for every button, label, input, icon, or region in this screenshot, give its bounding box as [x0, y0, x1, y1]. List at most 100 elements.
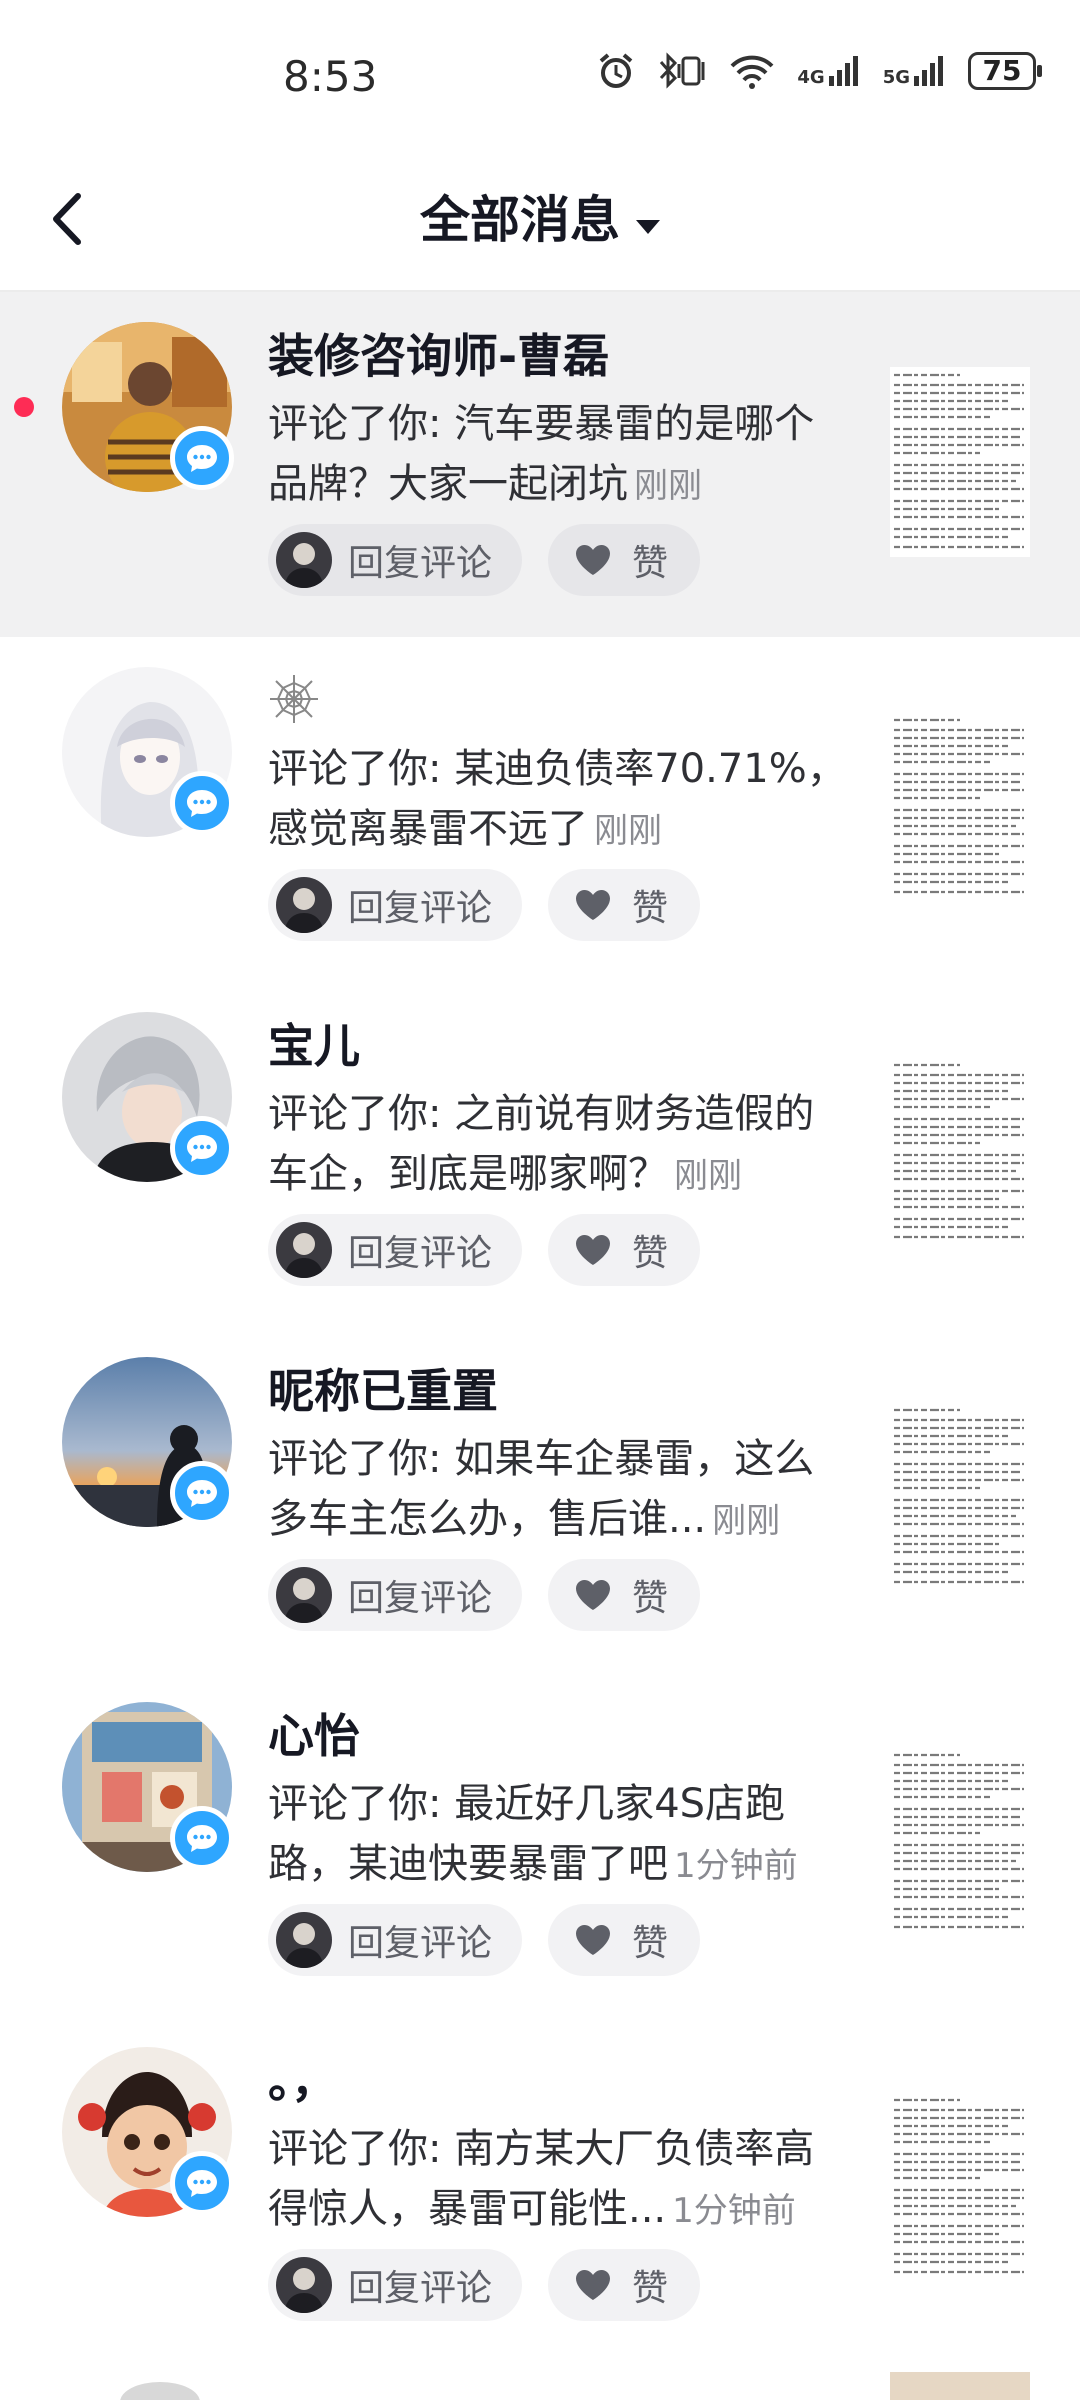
- caret-down-icon: [636, 219, 660, 234]
- avatar[interactable]: [62, 2047, 234, 2217]
- post-thumbnail[interactable]: [890, 2092, 1030, 2282]
- heart-icon: [574, 543, 612, 577]
- reply-comment-button[interactable]: 回复评论: [268, 2249, 523, 2321]
- comment-text: 评论了你: 汽车要暴雷的是哪个品牌？大家一起闭坑 刚刚: [268, 401, 815, 507]
- heart-icon: [574, 888, 612, 922]
- like-button[interactable]: 赞: [548, 1559, 701, 1631]
- post-thumbnail[interactable]: [890, 1057, 1030, 1247]
- my-avatar-icon: [276, 1567, 332, 1623]
- bluetooth-vibrate-icon: [657, 52, 707, 90]
- heart-icon: [574, 1923, 612, 1957]
- status-icons: 4G 5G 75: [597, 52, 1042, 90]
- reply-comment-button[interactable]: 回复评论: [268, 1559, 523, 1631]
- reply-label: 回复评论: [348, 543, 493, 584]
- message-item[interactable]: 宝儿 评论了你: 之前说有财务造假的车企，到底是哪家啊？ 刚刚 回复评论 赞: [0, 982, 1080, 1327]
- title-dropdown[interactable]: 全部消息: [0, 180, 1080, 252]
- timestamp: 1分钟前: [674, 1846, 798, 1886]
- heart-icon: [574, 1233, 612, 1267]
- comment-badge-icon: [170, 426, 234, 490]
- message-list: 装修咨询师-曹磊 评论了你: 汽车要暴雷的是哪个品牌？大家一起闭坑 刚刚 回复评论…: [0, 292, 1080, 2362]
- reply-comment-button[interactable]: 回复评论: [268, 524, 523, 596]
- unread-dot: [14, 397, 34, 417]
- like-button[interactable]: 赞: [548, 524, 701, 596]
- next-item-peek: [0, 2362, 1080, 2404]
- header: 全部消息: [0, 150, 1080, 292]
- heart-icon: [574, 1578, 612, 1612]
- text-document-thumbnail: [890, 1747, 1030, 1937]
- text-document-thumbnail: [890, 367, 1030, 557]
- my-avatar-icon: [276, 2257, 332, 2313]
- spiderweb-icon: [268, 673, 320, 729]
- comment-badge-icon: [170, 1806, 234, 1870]
- action-row: 回复评论 赞: [268, 524, 701, 596]
- like-button[interactable]: 赞: [548, 1904, 701, 1976]
- like-label: 赞: [632, 543, 669, 584]
- post-thumbnail[interactable]: [890, 1747, 1030, 1937]
- like-label: 赞: [632, 1923, 669, 1964]
- username[interactable]: 装修咨询师-曹磊: [268, 320, 609, 386]
- avatar[interactable]: [62, 1012, 234, 1182]
- username[interactable]: 。，: [268, 2045, 337, 2111]
- status-time: 8:53: [283, 52, 378, 101]
- avatar[interactable]: [62, 322, 234, 492]
- avatar[interactable]: [62, 667, 234, 837]
- comment-text: 评论了你: 最近好几家4S店跑路，某迪快要暴雷了吧 1分钟前: [268, 1781, 798, 1887]
- comment-text: 评论了你: 如果车企暴雷，这么多车主怎么办，售后谁... 刚刚: [268, 1436, 815, 1542]
- reply-comment-button[interactable]: 回复评论: [268, 1214, 523, 1286]
- avatar[interactable]: [62, 1357, 234, 1527]
- reply-label: 回复评论: [348, 888, 493, 929]
- message-item[interactable]: 评论了你: 某迪负债率70.71%，感觉离暴雷不远了 刚刚 回复评论 赞: [0, 637, 1080, 982]
- comment-badge-icon: [170, 1116, 234, 1180]
- avatar[interactable]: [62, 1702, 234, 1872]
- like-label: 赞: [632, 888, 669, 929]
- text-document-thumbnail: [890, 1402, 1030, 1592]
- heart-icon: [574, 2268, 612, 2302]
- battery-indicator: 75: [968, 52, 1042, 90]
- my-avatar-icon: [276, 877, 332, 933]
- text-document-thumbnail: [890, 712, 1030, 902]
- wifi-icon: [729, 52, 775, 90]
- signal-4g-icon: 4G: [797, 54, 860, 88]
- post-thumbnail[interactable]: [890, 367, 1030, 557]
- reply-label: 回复评论: [348, 2268, 493, 2309]
- username[interactable]: 心怡: [268, 1700, 360, 1766]
- action-row: 回复评论 赞: [268, 2249, 701, 2321]
- timestamp: 刚刚: [674, 1156, 742, 1196]
- like-button[interactable]: 赞: [548, 2249, 701, 2321]
- reply-comment-button[interactable]: 回复评论: [268, 1904, 523, 1976]
- message-item[interactable]: 。， 评论了你: 南方某大厂负债率高得惊人，暴雷可能性... 1分钟前 回复评论 …: [0, 2017, 1080, 2362]
- like-label: 赞: [632, 2268, 669, 2309]
- username[interactable]: 昵称已重置: [268, 1355, 498, 1421]
- status-bar: 8:53 4G 5G 75: [0, 0, 1080, 150]
- text-document-thumbnail: [890, 1057, 1030, 1247]
- timestamp: 刚刚: [634, 466, 702, 506]
- page-title: 全部消息: [420, 191, 620, 249]
- action-row: 回复评论 赞: [268, 869, 701, 941]
- comment-text: 评论了你: 南方某大厂负债率高得惊人，暴雷可能性... 1分钟前: [268, 2126, 815, 2232]
- like-label: 赞: [632, 1233, 669, 1274]
- like-button[interactable]: 赞: [548, 1214, 701, 1286]
- comment-text: 评论了你: 之前说有财务造假的车企，到底是哪家啊？ 刚刚: [268, 1091, 815, 1197]
- like-button[interactable]: 赞: [548, 869, 701, 941]
- message-item[interactable]: 昵称已重置 评论了你: 如果车企暴雷，这么多车主怎么办，售后谁... 刚刚 回复评…: [0, 1327, 1080, 1672]
- comment-badge-icon: [170, 2151, 234, 2215]
- text-document-thumbnail: [890, 2092, 1030, 2282]
- timestamp: 1分钟前: [672, 2191, 796, 2231]
- message-item[interactable]: 心怡 评论了你: 最近好几家4S店跑路，某迪快要暴雷了吧 1分钟前 回复评论 赞: [0, 1672, 1080, 2017]
- reply-label: 回复评论: [348, 1923, 493, 1964]
- like-label: 赞: [632, 1578, 669, 1619]
- post-thumbnail[interactable]: [890, 712, 1030, 902]
- username[interactable]: 宝儿: [268, 1010, 360, 1076]
- my-avatar-icon: [276, 532, 332, 588]
- my-avatar-icon: [276, 1222, 332, 1278]
- reply-label: 回复评论: [348, 1578, 493, 1619]
- comment-badge-icon: [170, 1461, 234, 1525]
- action-row: 回复评论 赞: [268, 1559, 701, 1631]
- signal-5g-icon: 5G: [883, 54, 946, 88]
- reply-comment-button[interactable]: 回复评论: [268, 869, 523, 941]
- timestamp: 刚刚: [712, 1501, 781, 1541]
- comment-badge-icon: [170, 771, 234, 835]
- post-thumbnail[interactable]: [890, 1402, 1030, 1592]
- message-item[interactable]: 装修咨询师-曹磊 评论了你: 汽车要暴雷的是哪个品牌？大家一起闭坑 刚刚 回复评论…: [0, 292, 1080, 637]
- action-row: 回复评论 赞: [268, 1904, 701, 1976]
